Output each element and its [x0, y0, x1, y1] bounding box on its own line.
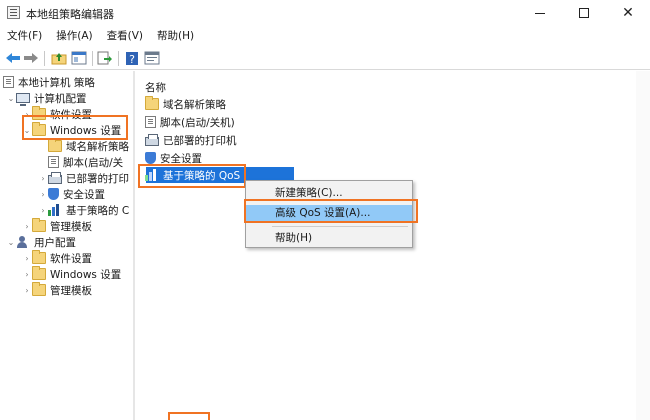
tree-item-security-settings[interactable]: › 安全设置: [38, 186, 105, 202]
highlight-qos-item: [138, 164, 246, 188]
tree-item-user-administrative-templates[interactable]: › 管理模板: [22, 282, 92, 298]
folder-icon: [32, 282, 46, 296]
printer-icon: [48, 172, 62, 184]
tree-item-dns-policy[interactable]: 域名解析策略: [38, 138, 129, 154]
security-icon: [145, 152, 156, 164]
maximize-button[interactable]: [562, 0, 606, 26]
menu-separator: [272, 226, 408, 227]
show-hide-console-tree-icon: [71, 51, 87, 65]
expand-chevron-icon[interactable]: ›: [38, 206, 48, 215]
properties-icon: [144, 51, 160, 65]
collapse-chevron-icon[interactable]: ⌄: [6, 94, 16, 103]
minimize-button[interactable]: [518, 0, 562, 26]
svg-text:?: ?: [129, 53, 135, 66]
highlight-advanced-qos: [244, 199, 418, 223]
policy-document-icon: [3, 76, 14, 88]
toolbar: ?: [0, 46, 650, 70]
folder-icon: [48, 138, 62, 152]
expand-chevron-icon[interactable]: ›: [38, 190, 48, 199]
menu-help[interactable]: 帮助(H): [150, 27, 201, 45]
menu-view[interactable]: 查看(V): [100, 27, 150, 45]
close-button[interactable]: ✕: [606, 0, 650, 26]
security-icon: [48, 188, 59, 200]
folder-icon: [32, 218, 46, 232]
printer-icon: [145, 134, 159, 146]
minimize-icon: [535, 12, 545, 14]
list-item[interactable]: 域名解析策略: [145, 96, 226, 112]
properties-button[interactable]: [143, 49, 161, 67]
qos-chart-icon: [48, 204, 62, 216]
collapse-chevron-icon[interactable]: ⌄: [6, 238, 16, 247]
back-button[interactable]: [4, 49, 22, 67]
menu-action[interactable]: 操作(A): [49, 27, 99, 45]
toolbar-separator: [118, 51, 119, 66]
folder-icon: [32, 266, 46, 280]
expand-chevron-icon[interactable]: ›: [22, 254, 32, 263]
export-list-icon: [97, 51, 112, 65]
tree-item-local-computer-policy[interactable]: 本地计算机 策略: [3, 74, 95, 90]
window-title: 本地组策略编辑器: [26, 8, 114, 21]
script-icon: [48, 156, 59, 168]
tree-item-user-configuration[interactable]: ⌄ 用户配置: [6, 234, 76, 250]
folder-icon: [32, 250, 46, 264]
expand-chevron-icon[interactable]: ›: [22, 222, 32, 231]
highlight-windows-settings: [22, 115, 128, 140]
user-icon: [16, 236, 30, 248]
tree-item-qos-policy[interactable]: › 基于策略的 C: [38, 202, 129, 218]
highlight-bottom-partial: [168, 412, 210, 420]
up-one-level-button[interactable]: [50, 49, 68, 67]
tree-item-scripts[interactable]: 脚本(启动/关: [38, 154, 123, 170]
tree-item-administrative-templates[interactable]: › 管理模板: [22, 218, 92, 234]
help-icon: ?: [126, 51, 138, 66]
forward-button[interactable]: [22, 49, 40, 67]
show-hide-console-tree-button[interactable]: [70, 49, 88, 67]
help-button[interactable]: ?: [123, 49, 141, 67]
menu-bar: 文件(F) 操作(A) 查看(V) 帮助(H): [0, 27, 201, 45]
export-list-button[interactable]: [96, 49, 114, 67]
expand-chevron-icon[interactable]: ›: [22, 286, 32, 295]
folder-up-icon: [51, 53, 67, 65]
tree-item-computer-configuration[interactable]: ⌄ 计算机配置: [6, 90, 87, 106]
tree-scrollbar[interactable]: [133, 71, 135, 420]
expand-chevron-icon[interactable]: ›: [22, 270, 32, 279]
list-item[interactable]: 脚本(启动/关机): [145, 114, 235, 130]
gpedit-app-icon: [7, 6, 20, 19]
script-icon: [145, 116, 156, 128]
computer-icon: [16, 93, 30, 106]
tree-item-deployed-printers[interactable]: › 已部署的打印: [38, 170, 129, 186]
details-scrollbar[interactable]: [636, 71, 650, 420]
tree-item-user-windows-settings[interactable]: › Windows 设置: [22, 266, 121, 282]
toolbar-separator: [92, 51, 93, 66]
maximize-icon: [579, 8, 589, 18]
tree-item-user-software-settings[interactable]: › 软件设置: [22, 250, 92, 266]
close-icon: ✕: [622, 5, 634, 21]
menu-item-help[interactable]: 帮助(H): [246, 230, 412, 247]
column-header-name[interactable]: 名称: [145, 80, 166, 95]
expand-chevron-icon[interactable]: ›: [38, 174, 48, 183]
folder-icon: [145, 96, 159, 110]
title-bar: 本地组策略编辑器 ✕: [0, 0, 650, 26]
back-arrow-icon: [6, 53, 20, 63]
list-item[interactable]: 已部署的打印机: [145, 132, 237, 148]
toolbar-separator: [44, 51, 45, 66]
forward-arrow-icon: [24, 53, 38, 63]
menu-file[interactable]: 文件(F): [0, 27, 49, 45]
